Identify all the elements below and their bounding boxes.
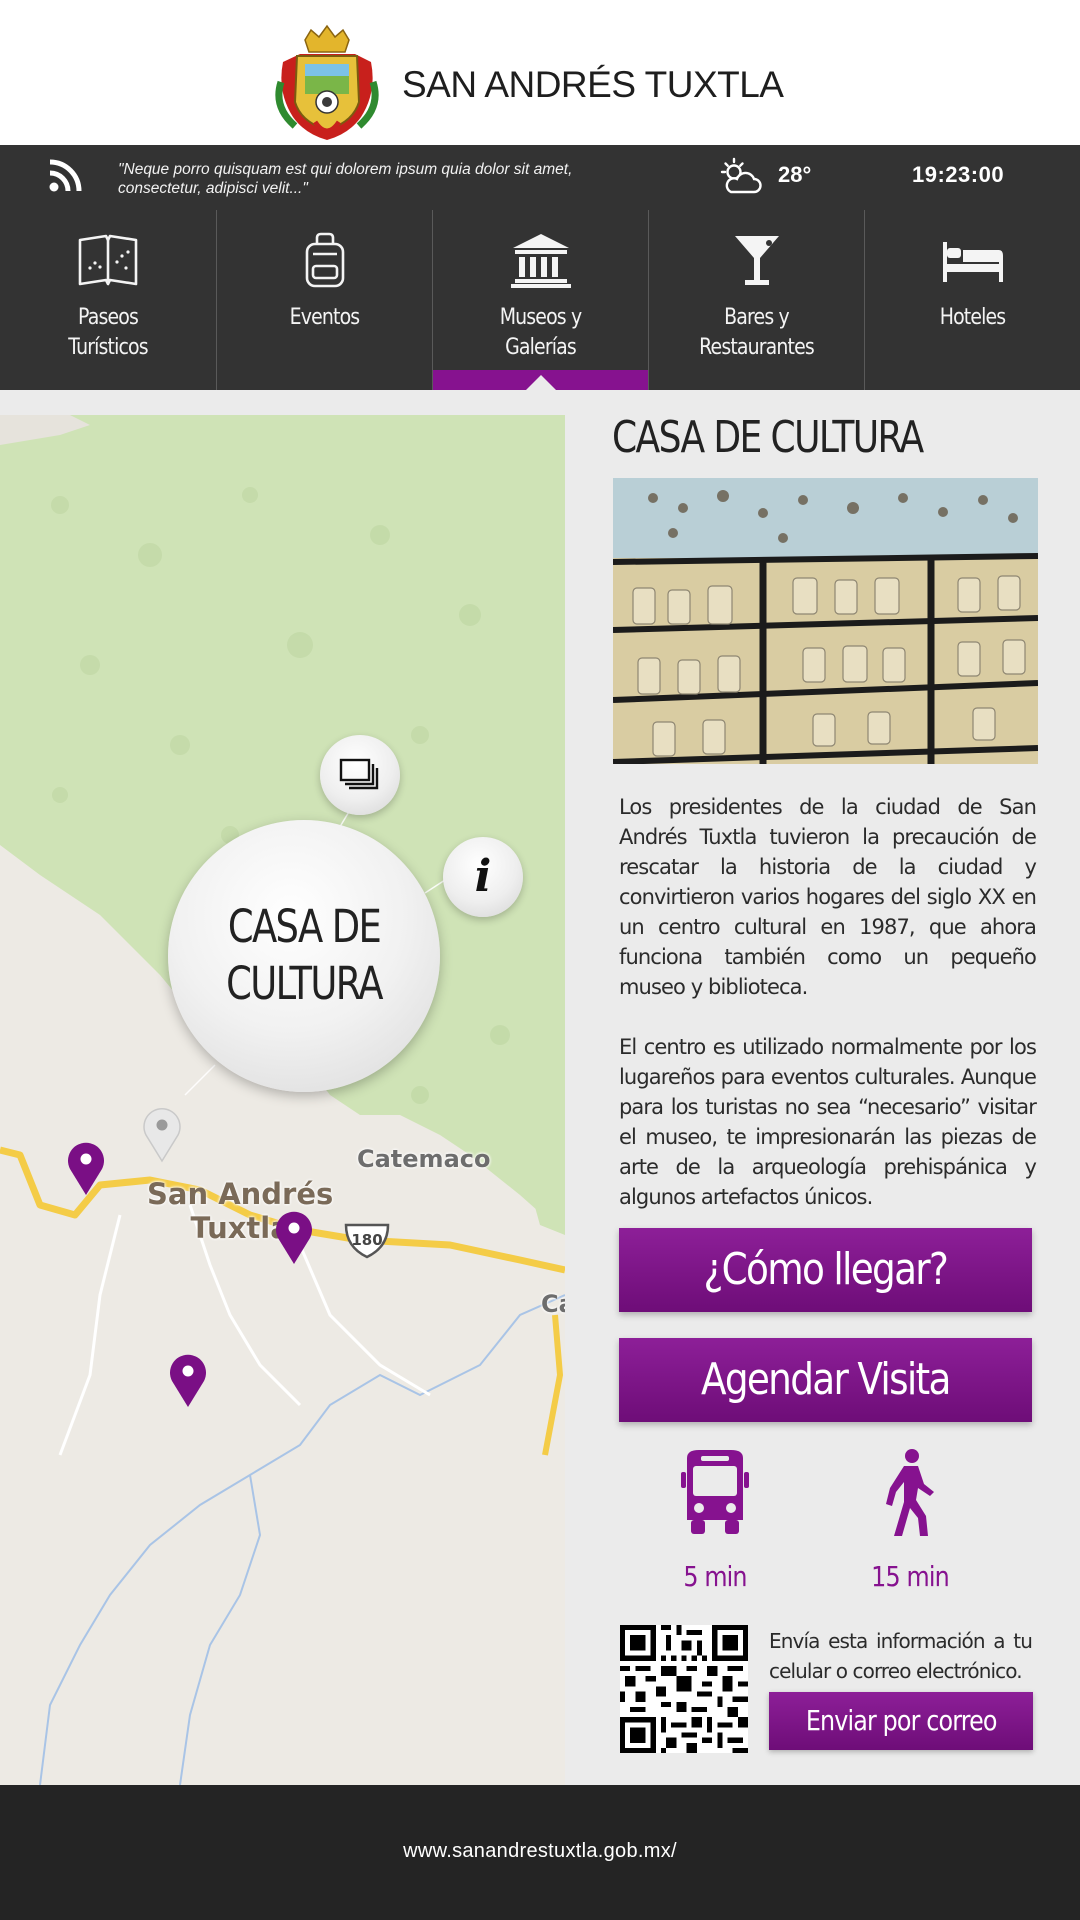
photo-gallery-button[interactable] [320, 735, 400, 815]
nav-item-bares-restaurantes[interactable]: Bares y Restaurantes [648, 210, 864, 390]
footer-url[interactable]: www.sanandrestuxtla.gob.mx/ [0, 1840, 1080, 1863]
rss-feed-icon[interactable] [48, 159, 82, 193]
header: SAN ANDRÉS TUXTLA [0, 0, 1080, 145]
clock: 19:23:00 [912, 162, 1005, 187]
travel-time-label: 15 min [871, 1560, 949, 1593]
schedule-visit-button-label: Agendar Visita [701, 1354, 951, 1405]
nav-label: Museos y Galerías [499, 305, 582, 360]
category-nav: Paseos Turísticos Eventos Museos y Galer… [0, 210, 1080, 390]
municipal-coat-of-arms-icon [275, 24, 379, 140]
nav-item-hoteles[interactable]: Hoteles [864, 210, 1080, 390]
travel-time-bus: 5 min [650, 1448, 780, 1593]
map-pin-gray[interactable] [140, 1105, 184, 1163]
backpack-icon [305, 232, 344, 288]
description-paragraph: Los presidentes de la ciudad de San Andr… [619, 795, 1037, 999]
news-ticker[interactable]: "Neque porro quisquam est qui dolorem ip… [118, 160, 638, 198]
travel-time-label: 5 min [683, 1560, 747, 1593]
map-view[interactable]: Catemaco San Andrés Tuxtla Ca 180 i [0, 415, 565, 1785]
bed-icon [942, 242, 1003, 282]
site-title: SAN ANDRÉS TUXTLA [402, 64, 784, 105]
selected-place-name: CASA DE CULTURA [226, 900, 383, 1010]
map-book-icon [78, 234, 138, 286]
temperature: 28° [778, 162, 812, 187]
info-bar: "Neque porro quisquam est qui dolorem ip… [0, 145, 1080, 210]
place-title: CASA DE CULTURA [612, 412, 924, 463]
send-email-button-label: Enviar por correo [805, 1704, 998, 1737]
nav-label: Eventos [289, 305, 360, 330]
send-email-button[interactable]: Enviar por correo [769, 1692, 1033, 1750]
place-detail-panel: CASA DE CULTURA Los presidentes de la ci… [565, 390, 1080, 1785]
send-info-text: Envía esta información a tu celular o co… [769, 1629, 1033, 1683]
map-label-truncated: Ca [541, 1290, 565, 1318]
walking-person-icon [886, 1449, 934, 1536]
nav-item-eventos[interactable]: Eventos [216, 210, 432, 390]
partly-cloudy-icon [720, 157, 762, 194]
place-description: Los presidentes de la ciudad de San Andr… [619, 792, 1037, 1212]
place-photo[interactable] [613, 478, 1038, 764]
map-pin[interactable] [166, 1351, 210, 1409]
cocktail-glass-icon [734, 236, 779, 285]
museum-icon [510, 234, 571, 288]
map-label-catemaco: Catemaco [357, 1145, 491, 1173]
footer: www.sanandrestuxtla.gob.mx/ [0, 1785, 1080, 1920]
highway-number: 180 [351, 1231, 382, 1249]
bus-icon [681, 1450, 749, 1534]
schedule-visit-button[interactable]: Agendar Visita [619, 1338, 1032, 1422]
info-button[interactable]: i [443, 837, 523, 917]
qr-code-icon[interactable] [620, 1625, 748, 1753]
info-icon: i [474, 851, 492, 902]
description-paragraph: El centro es utilizado normalmente por l… [619, 1035, 1037, 1209]
nav-item-museos-galerias[interactable]: Museos y Galerías [432, 210, 648, 390]
nav-label: Hoteles [939, 305, 1006, 330]
nav-label: Bares y Restaurantes [699, 305, 815, 360]
travel-time-walk: 15 min [845, 1448, 975, 1593]
highway-shield-icon: 180 [344, 1223, 390, 1259]
directions-button-label: ¿Cómo llegar? [703, 1244, 949, 1295]
map-pin[interactable] [272, 1208, 316, 1266]
photo-gallery-icon [339, 758, 379, 790]
map-tiles [0, 415, 565, 1785]
nav-item-paseos-turisticos[interactable]: Paseos Turísticos [0, 210, 216, 390]
map-pin[interactable] [64, 1139, 108, 1197]
directions-button[interactable]: ¿Cómo llegar? [619, 1228, 1032, 1312]
selected-place-bubble[interactable]: CASA DE CULTURA [168, 820, 440, 1092]
nav-label: Paseos Turísticos [68, 305, 148, 360]
active-indicator-notch [525, 375, 556, 390]
